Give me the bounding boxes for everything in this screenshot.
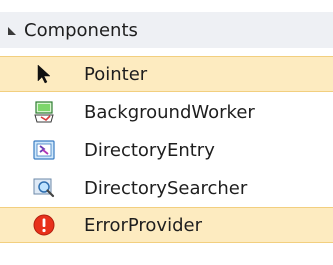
category-label: Components (24, 19, 138, 41)
toolbox-item-label: BackgroundWorker (84, 101, 255, 123)
pointer-arrow-icon (32, 62, 56, 86)
toolbox-item-backgroundworker[interactable]: BackgroundWorker (0, 94, 333, 130)
toolbox-panel: Components Pointer BackgroundWorker Dire… (0, 0, 333, 265)
collapse-arrow-icon[interactable] (8, 27, 16, 35)
category-header-components[interactable]: Components (0, 12, 333, 48)
toolbox-item-label: DirectoryEntry (84, 139, 215, 161)
toolbox-item-directoryentry[interactable]: DirectoryEntry (0, 132, 333, 168)
directory-entry-icon (32, 138, 56, 162)
error-provider-icon (32, 213, 56, 237)
toolbox-item-pointer[interactable]: Pointer (0, 56, 333, 92)
toolbox-item-label: DirectorySearcher (84, 177, 248, 199)
background-worker-icon (32, 100, 56, 124)
toolbox-item-label: ErrorProvider (84, 214, 202, 236)
toolbox-item-label: Pointer (84, 63, 148, 85)
directory-searcher-icon (32, 176, 56, 200)
toolbox-item-directorysearcher[interactable]: DirectorySearcher (0, 170, 333, 206)
toolbox-item-errorprovider[interactable]: ErrorProvider (0, 207, 333, 243)
